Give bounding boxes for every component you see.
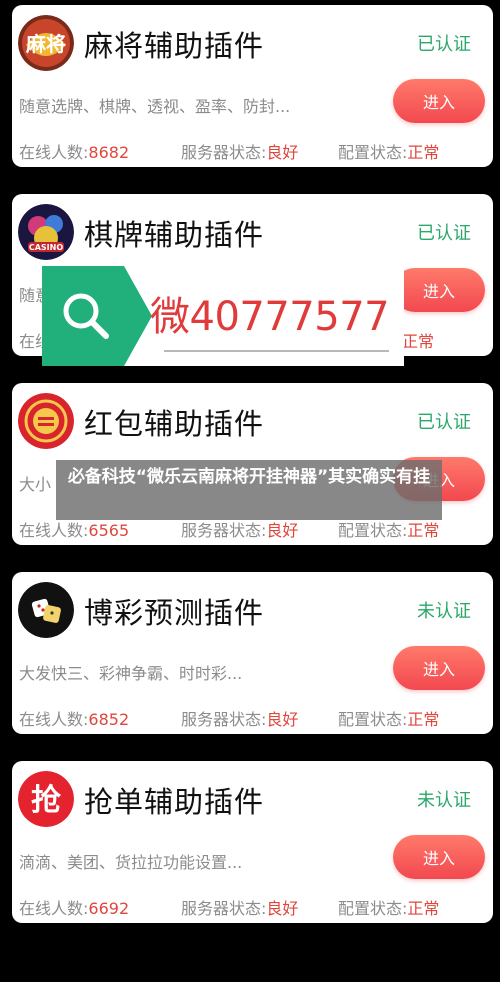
unverified-badge: 未认证 [417,790,471,811]
online-count: 在线人数:8682 [19,143,130,162]
verified-badge: 已认证 [417,412,471,433]
grab-order-icon: 抢 [18,771,74,827]
search-banner: 微40777577 [42,266,404,366]
search-icon [63,293,109,339]
card-title: 棋牌辅助插件 [84,218,265,252]
mahjong-logo-icon: 麻将 [18,15,74,71]
svg-text:CASINO: CASINO [29,243,63,252]
server-status: 服务器状态:良好 [181,143,299,162]
enter-button[interactable]: 进入 [393,268,485,312]
card-description: 大发快三、彩神争霸、时时彩... [19,664,243,683]
search-underline [164,350,389,352]
server-status: 服务器状态:良好 [181,521,299,540]
online-count: 在线人数:6852 [19,710,130,729]
card-description: 滴滴、美团、货拉拉功能设置... [19,853,243,872]
verified-badge: 已认证 [417,223,471,244]
enter-button[interactable]: 进入 [393,835,485,879]
config-status: 配置状态:正常 [338,710,440,729]
svg-text:麻将: 麻将 [25,32,66,56]
casino-logo-icon: CASINO [18,204,74,260]
dice-icon [18,582,74,638]
config-status: 配置状态:正常 [338,521,440,540]
card-title: 红包辅助插件 [84,407,265,441]
contact-text: 微40777577 [150,294,390,340]
card-title: 麻将辅助插件 [84,29,265,63]
online-count: 在线人数:6692 [19,899,130,918]
unverified-badge: 未认证 [417,601,471,622]
plugin-card-mahjong[interactable]: 麻将 麻将辅助插件 已认证 随意选牌、棋牌、透视、盈率、防封... 进入 在线人… [12,5,493,167]
enter-button[interactable]: 进入 [393,79,485,123]
config-status: 正常 [402,332,435,351]
server-status: 服务器状态:良好 [181,899,299,918]
svg-text:抢: 抢 [31,783,62,818]
card-description: 随意选牌、棋牌、透视、盈率、防封... [19,97,291,116]
red-envelope-icon [18,393,74,449]
verified-badge: 已认证 [417,34,471,55]
config-status: 配置状态:正常 [338,899,440,918]
online-count: 在线人数:6565 [19,521,130,540]
card-title: 博彩预测插件 [84,596,265,630]
headline-caption: 必备科技“微乐云南麻将开挂神器”其实确实有挂 [56,460,442,520]
enter-button[interactable]: 进入 [393,646,485,690]
card-title: 抢单辅助插件 [84,785,265,819]
config-status: 配置状态:正常 [338,143,440,162]
server-status: 服务器状态:良好 [181,710,299,729]
card-description: 大小 [19,475,52,494]
plugin-card-lottery[interactable]: 博彩预测插件 未认证 大发快三、彩神争霸、时时彩... 进入 在线人数:6852… [12,572,493,734]
plugin-card-grab-order[interactable]: 抢 抢单辅助插件 未认证 滴滴、美团、货拉拉功能设置... 进入 在线人数:66… [12,761,493,923]
